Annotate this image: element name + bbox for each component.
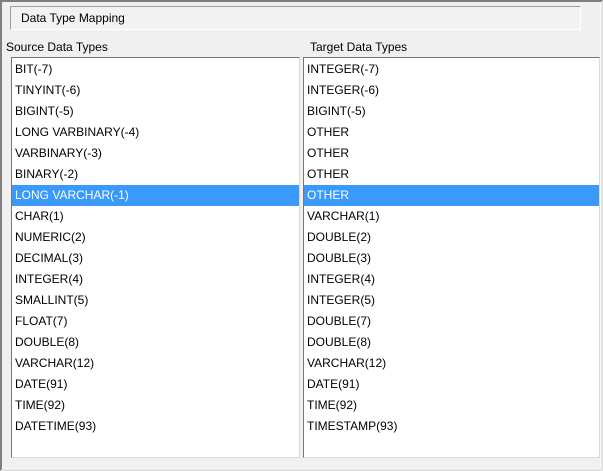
list-item[interactable]: DOUBLE(8) <box>12 332 299 353</box>
list-item[interactable]: DOUBLE(2) <box>304 227 599 248</box>
list-item[interactable]: DOUBLE(8) <box>304 332 599 353</box>
list-item[interactable]: VARCHAR(12) <box>304 353 599 374</box>
target-data-types-label: Target Data Types <box>310 40 407 54</box>
list-item[interactable]: DOUBLE(7) <box>304 311 599 332</box>
list-item[interactable]: DECIMAL(3) <box>12 248 299 269</box>
list-item[interactable]: BIT(-7) <box>12 59 299 80</box>
list-item[interactable]: BINARY(-2) <box>12 164 299 185</box>
list-item[interactable]: TIME(92) <box>304 395 599 416</box>
list-item[interactable]: DATETIME(93) <box>12 416 299 437</box>
list-item[interactable]: TIMESTAMP(93) <box>304 416 599 437</box>
source-data-types-label: Source Data Types <box>6 40 108 54</box>
list-item[interactable]: OTHER <box>304 122 599 143</box>
list-item[interactable]: TINYINT(-6) <box>12 80 299 101</box>
list-item[interactable]: OTHER <box>304 143 599 164</box>
source-data-types-list[interactable]: BIT(-7)TINYINT(-6)BIGINT(-5)LONG VARBINA… <box>11 57 300 458</box>
list-item[interactable]: SMALLINT(5) <box>12 290 299 311</box>
list-item[interactable]: DATE(91) <box>304 374 599 395</box>
list-item[interactable]: OTHER <box>304 185 599 206</box>
list-item[interactable]: LONG VARCHAR(-1) <box>12 185 299 206</box>
list-item[interactable]: BIGINT(-5) <box>304 101 599 122</box>
list-item[interactable]: BIGINT(-5) <box>12 101 299 122</box>
list-item[interactable]: CHAR(1) <box>12 206 299 227</box>
data-type-mapping-dialog: Data Type Mapping Source Data Types Targ… <box>0 0 603 471</box>
list-item[interactable]: VARBINARY(-3) <box>12 143 299 164</box>
list-item[interactable]: INTEGER(4) <box>12 269 299 290</box>
list-item[interactable]: OTHER <box>304 164 599 185</box>
list-item[interactable]: FLOAT(7) <box>12 311 299 332</box>
list-item[interactable]: TIME(92) <box>12 395 299 416</box>
dialog-header: Data Type Mapping <box>10 6 581 30</box>
list-item[interactable]: INTEGER(4) <box>304 269 599 290</box>
target-data-types-list[interactable]: INTEGER(-7)INTEGER(-6)BIGINT(-5)OTHEROTH… <box>303 57 600 458</box>
list-item[interactable]: LONG VARBINARY(-4) <box>12 122 299 143</box>
list-item[interactable]: VARCHAR(1) <box>304 206 599 227</box>
dialog-title: Data Type Mapping <box>21 11 125 25</box>
list-item[interactable]: NUMERIC(2) <box>12 227 299 248</box>
list-item[interactable]: INTEGER(-6) <box>304 80 599 101</box>
list-item[interactable]: DOUBLE(3) <box>304 248 599 269</box>
list-item[interactable]: VARCHAR(12) <box>12 353 299 374</box>
list-item[interactable]: INTEGER(5) <box>304 290 599 311</box>
list-item[interactable]: INTEGER(-7) <box>304 59 599 80</box>
list-item[interactable]: DATE(91) <box>12 374 299 395</box>
